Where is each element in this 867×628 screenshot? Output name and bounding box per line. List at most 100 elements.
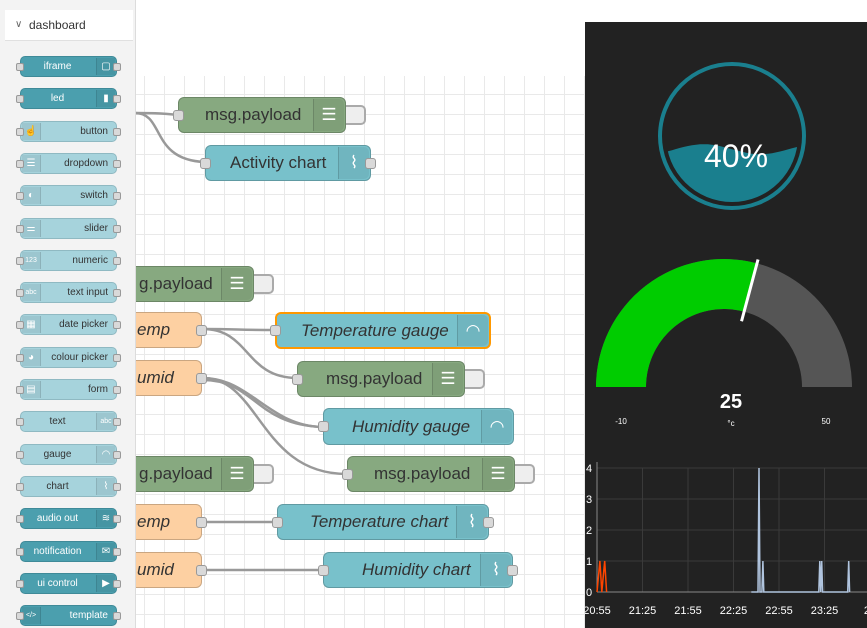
- input-port[interactable]: [16, 515, 24, 524]
- output-port[interactable]: [113, 612, 121, 621]
- input-port[interactable]: [318, 565, 329, 576]
- chart-node-activity[interactable]: Activity chart ⌇: [200, 145, 376, 181]
- gauge-node-temperature[interactable]: Temperature gauge ◠: [270, 312, 491, 349]
- palette-node-template[interactable]: </> template: [16, 605, 121, 627]
- output-port[interactable]: [113, 482, 121, 491]
- node-label: Temperature chart: [310, 512, 449, 531]
- output-port[interactable]: [196, 565, 207, 576]
- palette-node-slider[interactable]: ⚌ slider: [16, 217, 121, 239]
- input-port[interactable]: [16, 353, 24, 362]
- output-port[interactable]: [113, 418, 121, 427]
- palette-node-notification[interactable]: ✉ notification: [16, 540, 121, 562]
- palette-node-numeric[interactable]: 123 numeric: [16, 249, 121, 271]
- input-port[interactable]: [16, 547, 24, 556]
- input-port[interactable]: [272, 517, 283, 528]
- output-port[interactable]: [113, 159, 121, 168]
- y-tick-label: 3: [586, 494, 592, 506]
- input-port[interactable]: [16, 579, 24, 588]
- debug-toggle[interactable]: [465, 369, 485, 389]
- input-port[interactable]: [270, 325, 281, 336]
- input-port[interactable]: [342, 469, 353, 480]
- output-port[interactable]: [113, 353, 121, 362]
- debug-node-msg-payload-5[interactable]: g.payload ☰: [120, 456, 254, 492]
- palette-node-button[interactable]: ☝ button: [16, 120, 121, 142]
- input-port[interactable]: [16, 418, 24, 427]
- output-port[interactable]: [113, 289, 121, 298]
- palette-node-label: led: [50, 93, 65, 105]
- input-port[interactable]: [16, 127, 24, 136]
- output-port[interactable]: [113, 515, 121, 524]
- text-input-icon: abc: [22, 284, 41, 302]
- debug-toggle[interactable]: [515, 464, 535, 484]
- palette-node-audio-out[interactable]: ≋ audio out: [16, 508, 121, 530]
- debug-node-msg-payload-2[interactable]: g.payload ☰: [120, 266, 254, 302]
- input-port[interactable]: [16, 224, 24, 233]
- input-port[interactable]: [318, 421, 329, 432]
- palette-node-date-picker[interactable]: ▦ date picker: [16, 314, 121, 336]
- palette-category-header[interactable]: ∨ dashboard: [5, 10, 133, 41]
- input-port[interactable]: [16, 612, 24, 621]
- input-port[interactable]: [16, 159, 24, 168]
- output-port[interactable]: [507, 565, 518, 576]
- palette-node-iframe[interactable]: ▢ iframe: [16, 56, 121, 77]
- list-icon: ☰: [221, 458, 252, 490]
- form-icon: ▤: [22, 381, 41, 398]
- node-label: msg.payload: [205, 105, 302, 124]
- code-icon: </>: [22, 607, 41, 625]
- input-port[interactable]: [16, 192, 24, 201]
- palette-node-switch[interactable]: ◐ switch: [16, 185, 121, 207]
- palette-node-ui-control[interactable]: ▶ ui control: [16, 572, 121, 594]
- palette-node-chart[interactable]: ⌇ chart: [16, 475, 121, 497]
- debug-toggle[interactable]: [254, 464, 274, 484]
- output-port[interactable]: [113, 321, 121, 330]
- gauge-node-humidity[interactable]: Humidity gauge ◠: [318, 408, 514, 445]
- node-palette: ∨ dashboard ▢ iframe ▮ led ☝ button ☰ dropdown ◐…: [0, 0, 136, 628]
- palette-node-gauge[interactable]: ◠ gauge: [16, 443, 121, 465]
- output-port[interactable]: [113, 450, 121, 459]
- output-port[interactable]: [113, 386, 121, 394]
- input-port[interactable]: [16, 450, 24, 459]
- output-port[interactable]: [113, 192, 121, 201]
- palette-node-text-input[interactable]: abc text input: [16, 282, 121, 304]
- palette-node-dropdown[interactable]: ☰ dropdown: [16, 152, 121, 174]
- chart-node-humidity[interactable]: Humidity chart ⌇: [318, 552, 518, 588]
- node-label: emp: [137, 320, 171, 339]
- input-port[interactable]: [16, 482, 24, 491]
- palette-node-led[interactable]: ▮ led: [16, 88, 121, 110]
- output-port[interactable]: [365, 158, 376, 169]
- input-port[interactable]: [173, 110, 184, 121]
- output-port[interactable]: [113, 63, 121, 71]
- output-port[interactable]: [196, 517, 207, 528]
- input-port[interactable]: [200, 158, 211, 169]
- chart-node-temperature[interactable]: Temperature chart ⌇: [272, 504, 494, 540]
- debug-toggle[interactable]: [346, 105, 366, 125]
- input-port[interactable]: [16, 386, 24, 394]
- x-tick-label: 22:55: [765, 605, 793, 617]
- input-port[interactable]: [16, 321, 24, 330]
- output-port[interactable]: [113, 547, 121, 556]
- input-port[interactable]: [16, 256, 24, 265]
- x-tick-label: 22:25: [720, 605, 748, 617]
- input-port[interactable]: [16, 95, 24, 104]
- debug-node-msg-payload-1[interactable]: msg.payload ☰: [173, 97, 346, 133]
- output-port[interactable]: [113, 256, 121, 265]
- palette-node-text[interactable]: abc text: [16, 411, 121, 433]
- palette-node-colour-picker[interactable]: ◕ colour picker: [16, 346, 121, 368]
- output-port[interactable]: [113, 127, 121, 136]
- output-port[interactable]: [196, 325, 207, 336]
- node-label: umid: [137, 560, 174, 579]
- output-port[interactable]: [113, 224, 121, 233]
- palette-icon: ◕: [22, 348, 41, 366]
- output-port[interactable]: [113, 95, 121, 104]
- debug-toggle[interactable]: [254, 274, 274, 294]
- output-port[interactable]: [113, 579, 121, 588]
- input-port[interactable]: [16, 63, 24, 71]
- output-port[interactable]: [196, 373, 207, 384]
- input-port[interactable]: [16, 289, 24, 298]
- hand-pointer-icon: ☝: [22, 122, 41, 140]
- debug-node-msg-payload-3[interactable]: msg.payload ☰: [292, 361, 465, 397]
- palette-node-form[interactable]: ▤ form: [16, 379, 121, 400]
- debug-node-msg-payload-4[interactable]: msg.payload ☰: [342, 456, 515, 492]
- input-port[interactable]: [292, 374, 303, 385]
- output-port[interactable]: [483, 517, 494, 528]
